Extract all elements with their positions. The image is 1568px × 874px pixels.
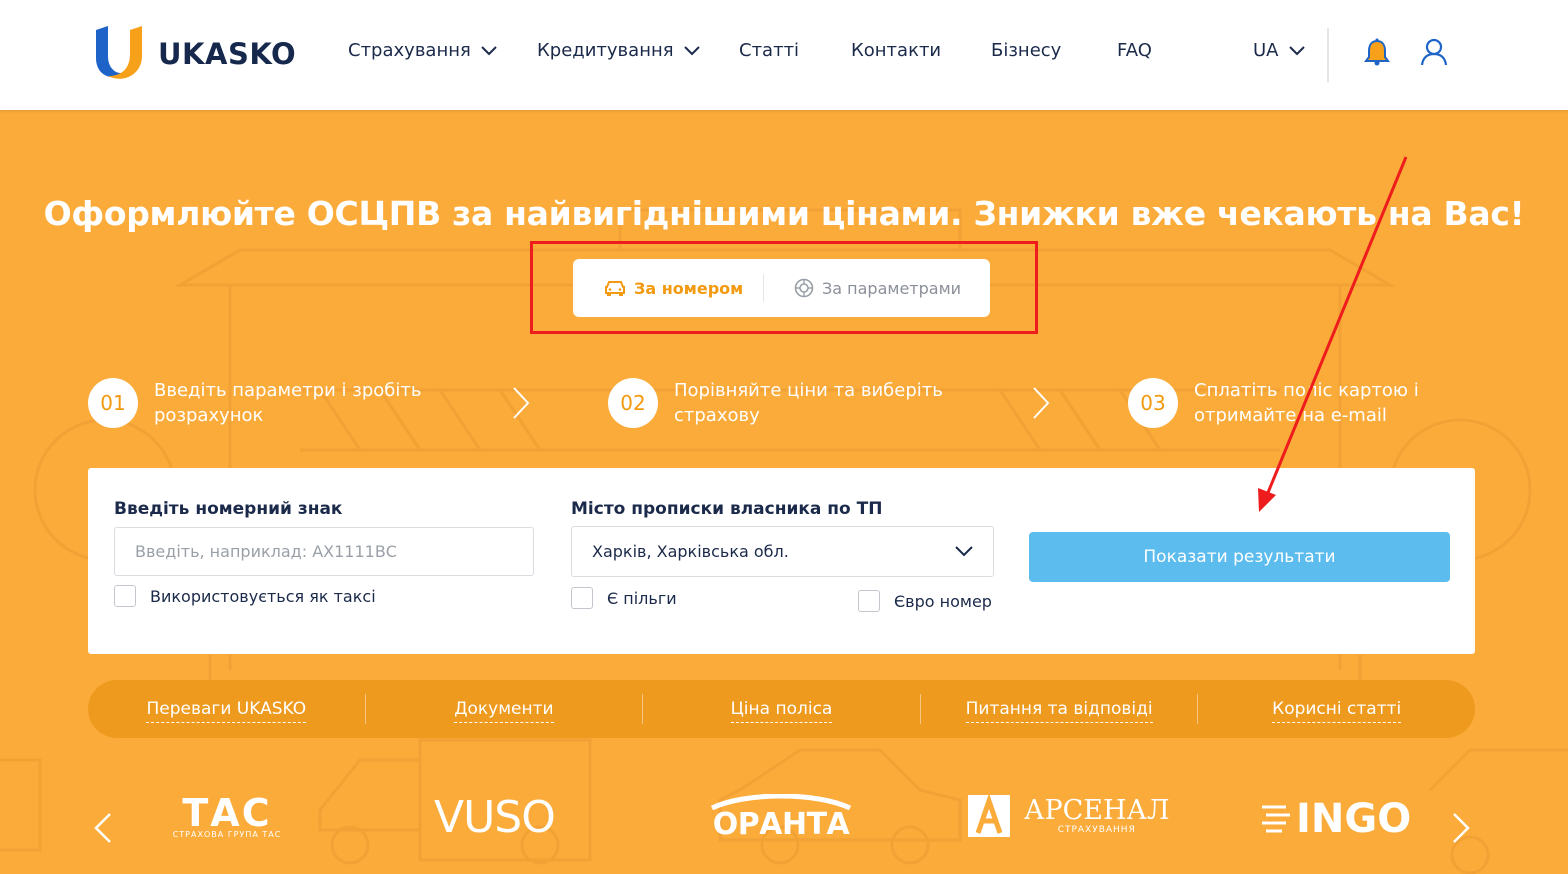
info-link-documents[interactable]: Документи xyxy=(366,699,643,723)
nav-insurance-label: Страхування xyxy=(348,40,471,61)
nav-insurance[interactable]: Страхування xyxy=(348,40,497,61)
nav-articles-label: Статті xyxy=(739,40,800,61)
nav-credit-label: Кредитування xyxy=(537,40,674,61)
chevron-down-icon xyxy=(481,45,497,55)
nav-business-label: Бізнесу xyxy=(991,40,1062,61)
city-label: Місто прописки власника по ТП xyxy=(571,499,883,519)
show-results-button[interactable]: Показати результати xyxy=(1029,532,1450,582)
euro-checkbox-row[interactable]: Євро номер xyxy=(858,590,992,612)
partner-ingo-name: INGO xyxy=(1296,796,1412,842)
plate-input[interactable]: Введіть, наприклад: АХ1111ВС xyxy=(114,527,534,576)
nav-faq[interactable]: FAQ xyxy=(1117,40,1152,61)
partner-tas-subtitle: СТРАХОВА ГРУПА ТАС xyxy=(172,830,282,839)
chevron-down-icon xyxy=(1288,45,1305,55)
carousel-next-arrow-icon[interactable] xyxy=(1452,812,1470,844)
chevron-right-icon xyxy=(513,387,530,419)
benefits-checkbox[interactable] xyxy=(571,587,593,609)
user-icon[interactable] xyxy=(1420,38,1448,70)
info-link-price-label: Ціна поліса xyxy=(730,699,833,723)
euro-checkbox[interactable] xyxy=(858,590,880,612)
partner-vuso-name: VUSO xyxy=(434,792,556,843)
partner-logo-tas[interactable]: ТАС СТРАХОВА ГРУПА ТАС xyxy=(162,794,292,839)
nav-contacts-label: Контакти xyxy=(851,40,942,61)
chevron-down-icon xyxy=(955,546,973,557)
partner-logo-vuso[interactable]: VUSO xyxy=(434,792,556,843)
benefits-checkbox-row[interactable]: Є пільги xyxy=(571,587,677,609)
plate-label: Введіть номерний знак xyxy=(114,499,343,519)
partner-logo-arsenal[interactable]: АРСЕНАЛ СТРАХУВАННЯ xyxy=(968,795,1170,837)
partner-logo-oranta[interactable]: ОРАНТА xyxy=(706,794,856,840)
annotation-highlight-box xyxy=(530,241,1038,334)
nav-business[interactable]: Бізнесу xyxy=(991,40,1061,61)
step-1: 01 Введіть параметри і зробіть розрахуно… xyxy=(88,378,444,428)
step-2: 02 Порівняйте ціни та виберіть страхову xyxy=(608,378,964,428)
info-link-advantages-label: Переваги UKASKO xyxy=(146,699,307,723)
partner-arsenal-subtitle: СТРАХУВАННЯ xyxy=(1057,825,1136,835)
info-link-articles-label: Корисні статті xyxy=(1272,699,1402,723)
nav-credit[interactable]: Кредитування xyxy=(537,40,700,61)
hero-title: Оформлюйте ОСЦПВ за найвигіднішими цінам… xyxy=(43,194,1525,233)
city-select[interactable]: Харків, Харківська обл. xyxy=(571,526,994,577)
arsenal-a-icon xyxy=(968,795,1010,837)
info-link-articles[interactable]: Корисні статті xyxy=(1198,699,1475,723)
ingo-lines-icon xyxy=(1262,805,1290,833)
osago-form: Введіть номерний знак Введіть, наприклад… xyxy=(88,468,1475,654)
step-3-text: Сплатіть поліс картою і отримайте на e-m… xyxy=(1194,380,1419,426)
step-2-number: 02 xyxy=(608,378,658,428)
city-value: Харків, Харківська обл. xyxy=(592,542,789,561)
chevron-down-icon xyxy=(683,45,700,55)
info-link-faq[interactable]: Питання та відповіді xyxy=(921,699,1198,723)
plate-placeholder: Введіть, наприклад: АХ1111ВС xyxy=(135,542,397,561)
carousel-prev-arrow-icon[interactable] xyxy=(94,812,112,844)
logo-mark-icon xyxy=(94,26,144,82)
partner-tas-name: ТАС xyxy=(182,791,272,835)
logo-text: UKASKO xyxy=(158,37,297,71)
header-divider xyxy=(1327,28,1329,82)
taxi-checkbox[interactable] xyxy=(114,585,136,607)
bell-icon[interactable] xyxy=(1364,38,1390,70)
partner-arsenal-name: АРСЕНАЛ xyxy=(1024,795,1170,826)
euro-label: Євро номер xyxy=(894,591,992,611)
nav-articles[interactable]: Статті xyxy=(739,40,799,61)
taxi-label: Використовується як таксі xyxy=(150,586,376,606)
chevron-right-icon xyxy=(1033,387,1050,419)
site-header: UKASKO Страхування Кредитування Статті К… xyxy=(0,0,1568,110)
step-1-text: Введіть параметри і зробіть розрахунок xyxy=(154,380,422,426)
partner-logo-ingo[interactable]: INGO xyxy=(1258,796,1411,842)
info-link-documents-label: Документи xyxy=(454,699,554,723)
info-link-advantages[interactable]: Переваги UKASKO xyxy=(88,699,365,723)
logo[interactable]: UKASKO xyxy=(94,26,296,82)
language-switcher[interactable]: UA xyxy=(1253,40,1305,61)
nav-contacts[interactable]: Контакти xyxy=(851,40,941,61)
taxi-checkbox-row[interactable]: Використовується як таксі xyxy=(114,585,376,607)
step-2-text: Порівняйте ціни та виберіть страхову xyxy=(674,380,943,426)
info-links-bar: Переваги UKASKO Документи Ціна поліса Пи… xyxy=(88,680,1475,738)
info-link-faq-label: Питання та відповіді xyxy=(965,699,1153,723)
language-label: UA xyxy=(1253,40,1279,61)
step-3: 03 Сплатіть поліс картою і отримайте на … xyxy=(1128,378,1484,428)
info-link-price[interactable]: Ціна поліса xyxy=(643,699,920,723)
benefits-label: Є пільги xyxy=(607,588,677,608)
step-3-number: 03 xyxy=(1128,378,1178,428)
nav-faq-label: FAQ xyxy=(1117,40,1152,61)
partner-oranta-name: ОРАНТА xyxy=(712,807,850,842)
step-1-number: 01 xyxy=(88,378,138,428)
